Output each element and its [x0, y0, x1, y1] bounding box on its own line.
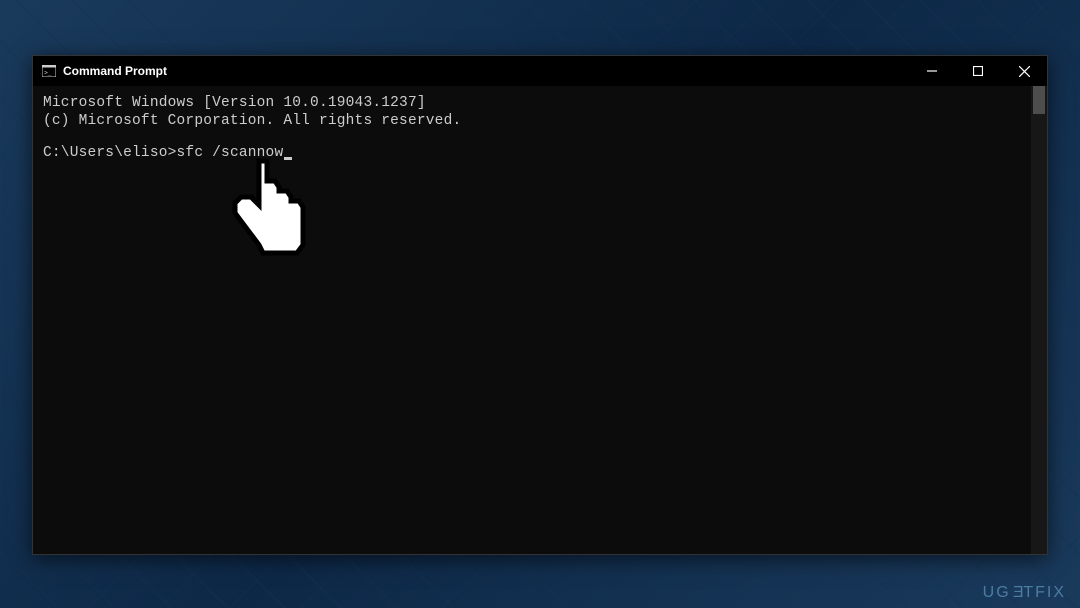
command-prompt-icon: >_ — [41, 63, 57, 79]
prompt-line: C:\Users\eliso>sfc /scannow — [43, 144, 1037, 162]
terminal-body[interactable]: Microsoft Windows [Version 10.0.19043.12… — [33, 86, 1047, 554]
version-line: Microsoft Windows [Version 10.0.19043.12… — [43, 95, 426, 111]
maximize-button[interactable] — [955, 56, 1001, 86]
svg-text:>_: >_ — [44, 70, 52, 77]
prompt-text: C:\Users\eliso> — [43, 145, 177, 161]
hand-cursor-icon — [225, 155, 315, 275]
scroll-thumb[interactable] — [1033, 86, 1045, 114]
minimize-button[interactable] — [909, 56, 955, 86]
titlebar[interactable]: >_ Command Prompt — [33, 56, 1047, 86]
watermark: UGETFIX — [983, 584, 1066, 602]
window-title: Command Prompt — [63, 64, 167, 78]
terminal-output: Microsoft Windows [Version 10.0.19043.12… — [43, 94, 1037, 130]
window-controls — [909, 56, 1047, 86]
command-prompt-window: >_ Command Prompt — [32, 55, 1048, 555]
close-button[interactable] — [1001, 56, 1047, 86]
titlebar-left: >_ Command Prompt — [41, 63, 167, 79]
vertical-scrollbar[interactable] — [1031, 86, 1047, 554]
copyright-line: (c) Microsoft Corporation. All rights re… — [43, 113, 461, 129]
